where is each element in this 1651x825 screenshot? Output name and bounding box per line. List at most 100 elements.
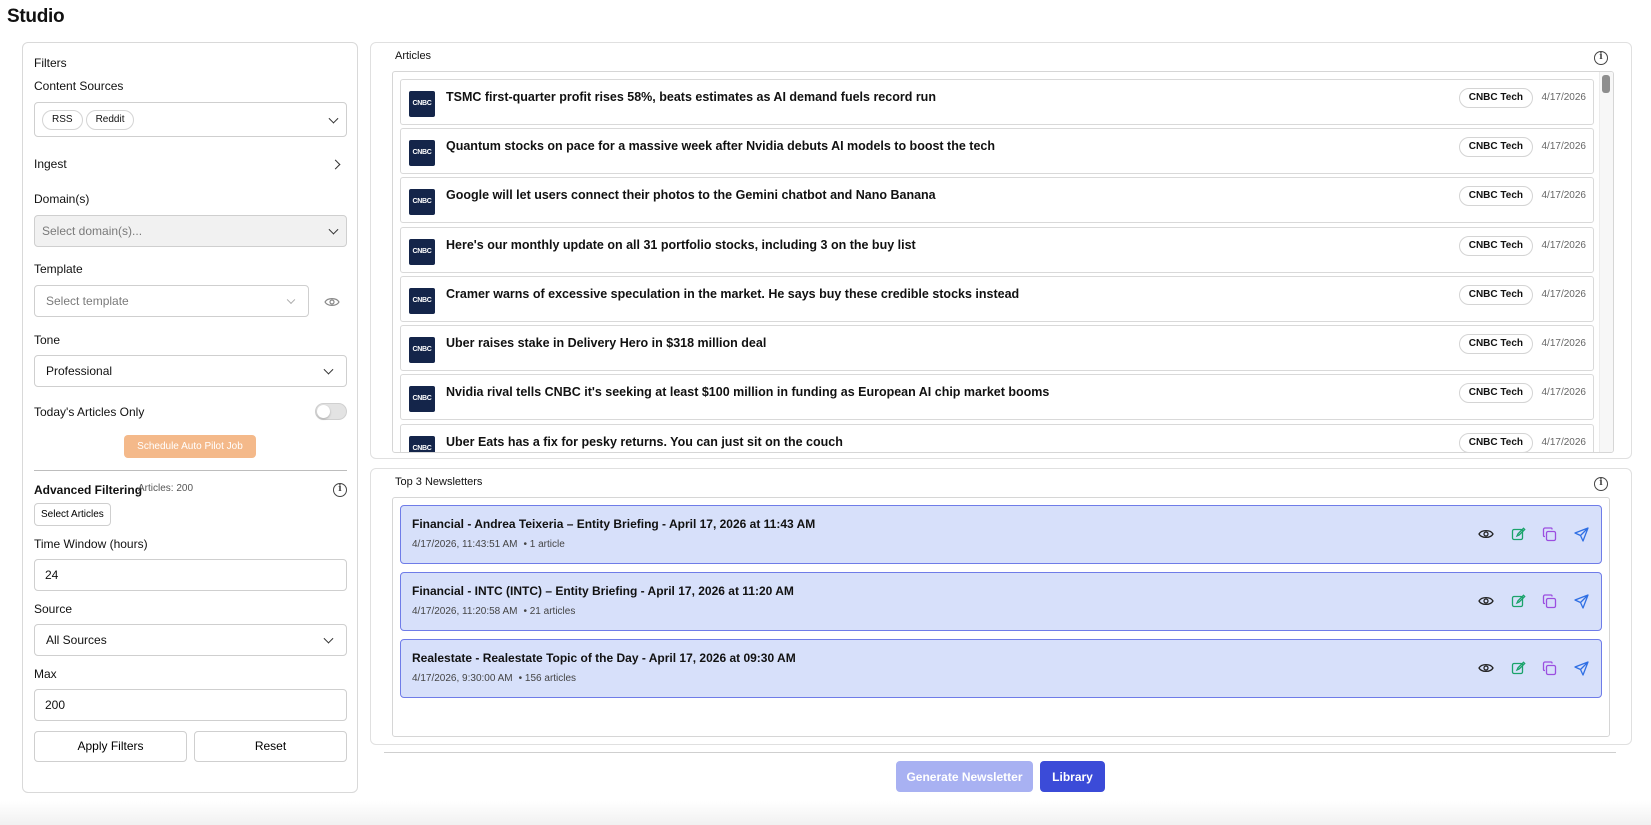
select-articles-button[interactable]: Select Articles <box>34 503 111 526</box>
articles-scrollbar[interactable] <box>1599 72 1613 452</box>
source-tag: CNBC Tech <box>1458 137 1533 157</box>
edit-icon[interactable] <box>1508 658 1528 678</box>
article-date: 4/17/2026 <box>1541 338 1587 349</box>
edit-icon[interactable] <box>1508 591 1528 611</box>
source-tag: CNBC Tech <box>1458 236 1533 256</box>
newsletter-timestamp: 4/17/2026, 11:43:51 AM <box>412 539 518 550</box>
send-icon[interactable] <box>1571 591 1591 611</box>
article-title: TSMC first-quarter profit rises 58%, bea… <box>446 90 936 104</box>
domains-placeholder: Select domain(s)... <box>42 224 143 238</box>
newsletter-row[interactable]: Realestate - Realestate Topic of the Day… <box>400 639 1602 698</box>
article-row[interactable]: CNBC Uber Eats has a fix for pesky retur… <box>400 424 1594 452</box>
newsletter-timestamp: 4/17/2026, 9:30:00 AM <box>412 673 513 684</box>
newsletter-row[interactable]: Financial - INTC (INTC) – Entity Briefin… <box>400 572 1602 631</box>
newsletters-list: Financial - Andrea Teixeria – Entity Bri… <box>392 497 1610 737</box>
max-input[interactable]: 200 <box>34 689 347 721</box>
copy-icon[interactable] <box>1539 591 1559 611</box>
template-select[interactable]: Select template <box>34 285 309 317</box>
source-tag: CNBC Tech <box>1458 285 1533 305</box>
newsletter-row[interactable]: Financial - Andrea Teixeria – Entity Bri… <box>400 505 1602 564</box>
eye-icon[interactable] <box>1476 524 1496 544</box>
schedule-autopilot-button[interactable]: Schedule Auto Pilot Job <box>124 435 256 458</box>
article-row[interactable]: CNBC Cramer warns of excessive speculati… <box>400 276 1594 322</box>
newsletters-title: Top 3 Newsletters <box>395 476 483 488</box>
send-icon[interactable] <box>1571 524 1591 544</box>
tone-value: Professional <box>46 364 113 378</box>
article-row[interactable]: CNBC TSMC first-quarter profit rises 58%… <box>400 79 1594 125</box>
library-button[interactable]: Library <box>1040 761 1105 792</box>
template-placeholder: Select template <box>46 294 129 308</box>
info-icon[interactable]: i <box>1594 477 1608 491</box>
article-row[interactable]: CNBC Quantum stocks on pace for a massiv… <box>400 128 1594 174</box>
footer-divider <box>384 752 1616 753</box>
content-sources-label: Content Sources <box>34 79 124 93</box>
source-tag: CNBC Tech <box>1458 186 1533 206</box>
article-row[interactable]: CNBC Google will let users connect their… <box>400 177 1594 223</box>
source-chip[interactable]: RSS <box>42 110 83 130</box>
filters-title: Filters <box>34 56 67 70</box>
eye-icon[interactable] <box>1476 591 1496 611</box>
divider <box>34 470 347 471</box>
cnbc-logo-icon: CNBC <box>409 288 435 314</box>
cnbc-logo-icon: CNBC <box>409 386 435 412</box>
copy-icon[interactable] <box>1539 524 1559 544</box>
newsletter-article-count: • 21 articles <box>523 606 576 617</box>
content-sources-select[interactable]: RSS Reddit <box>34 102 347 137</box>
info-icon[interactable]: i <box>333 483 347 497</box>
cnbc-logo-icon: CNBC <box>409 140 435 166</box>
articles-count-label: Articles: 200 <box>138 483 194 494</box>
todays-only-label: Today's Articles Only <box>34 405 145 419</box>
cnbc-logo-icon: CNBC <box>409 436 435 452</box>
article-row[interactable]: CNBC Nvidia rival tells CNBC it's seekin… <box>400 374 1594 420</box>
article-date: 4/17/2026 <box>1541 92 1587 103</box>
chevron-down-icon <box>328 224 339 235</box>
template-label: Template <box>34 262 83 276</box>
article-date: 4/17/2026 <box>1541 289 1587 300</box>
chevron-right-icon[interactable] <box>330 159 341 170</box>
time-window-input[interactable]: 24 <box>34 559 347 591</box>
newsletter-meta: 4/17/2026, 11:43:51 AM • 1 article <box>412 539 565 550</box>
article-date: 4/17/2026 <box>1541 240 1587 251</box>
article-title: Nvidia rival tells CNBC it's seeking at … <box>446 385 1050 399</box>
article-row[interactable]: CNBC Here's our monthly update on all 31… <box>400 227 1594 273</box>
app-title: Studio <box>7 6 65 27</box>
cnbc-logo-icon: CNBC <box>409 189 435 215</box>
newsletter-timestamp: 4/17/2026, 11:20:58 AM <box>412 606 518 617</box>
generate-newsletter-button[interactable]: Generate Newsletter <box>896 761 1033 792</box>
source-select[interactable]: All Sources <box>34 624 347 656</box>
article-title: Cramer warns of excessive speculation in… <box>446 287 1020 301</box>
article-row[interactable]: CNBC Uber raises stake in Delivery Hero … <box>400 325 1594 371</box>
eye-icon[interactable] <box>1476 658 1496 678</box>
max-label: Max <box>34 667 57 681</box>
chevron-down-icon <box>328 113 339 124</box>
source-tag: CNBC Tech <box>1458 88 1533 108</box>
advanced-filtering-label: Advanced Filtering <box>34 483 143 497</box>
newsletter-article-count: • 156 articles <box>518 673 577 684</box>
time-window-label: Time Window (hours) <box>34 537 148 551</box>
article-title: Google will let users connect their phot… <box>446 188 936 202</box>
articles-list[interactable]: CNBC TSMC first-quarter profit rises 58%… <box>392 71 1614 453</box>
todays-only-toggle[interactable] <box>315 403 347 420</box>
apply-filters-button[interactable]: Apply Filters <box>34 731 187 762</box>
tone-label: Tone <box>34 333 61 347</box>
scrollbar-thumb[interactable] <box>1602 75 1610 93</box>
newsletter-title: Financial - Andrea Teixeria – Entity Bri… <box>412 517 816 531</box>
newsletter-meta: 4/17/2026, 11:20:58 AM • 21 articles <box>412 606 575 617</box>
copy-icon[interactable] <box>1539 658 1559 678</box>
chevron-down-icon <box>286 295 296 305</box>
send-icon[interactable] <box>1571 658 1591 678</box>
cnbc-logo-icon: CNBC <box>409 91 435 117</box>
domains-select[interactable]: Select domain(s)... <box>34 215 347 247</box>
tone-select[interactable]: Professional <box>34 355 347 387</box>
source-tag: CNBC Tech <box>1458 334 1533 354</box>
article-date: 4/17/2026 <box>1541 387 1587 398</box>
article-title: Quantum stocks on pace for a massive wee… <box>446 139 995 153</box>
chevron-down-icon <box>323 633 334 644</box>
articles-title: Articles <box>395 50 432 62</box>
info-icon[interactable]: i <box>1594 51 1608 65</box>
eye-icon[interactable] <box>324 295 340 313</box>
edit-icon[interactable] <box>1508 524 1528 544</box>
reset-button[interactable]: Reset <box>194 731 347 762</box>
source-chip[interactable]: Reddit <box>85 110 135 130</box>
newsletter-meta: 4/17/2026, 9:30:00 AM • 156 articles <box>412 673 576 684</box>
